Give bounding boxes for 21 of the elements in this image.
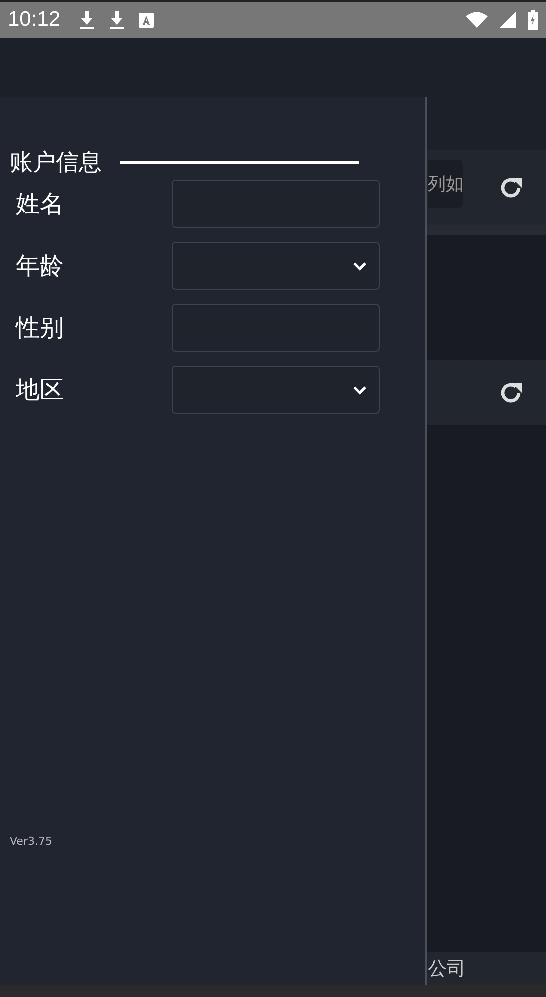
section-title: 账户信息 <box>10 148 102 178</box>
download-icon <box>108 10 125 30</box>
input-field[interactable] <box>172 180 380 228</box>
chevron-down-icon <box>353 386 367 394</box>
signal-icon <box>500 12 516 28</box>
battery-icon <box>528 10 538 30</box>
clock: 10:12 <box>8 8 61 32</box>
field-label: 地区 <box>16 375 65 406</box>
field-label: 姓名 <box>16 189 65 220</box>
search-field[interactable]: 列如 <box>428 160 463 208</box>
download-icon <box>78 10 95 30</box>
field-label: 性别 <box>16 313 65 344</box>
chevron-down-icon <box>353 262 367 270</box>
company-text: 公司 <box>428 956 466 982</box>
version-text: Ver3.75 <box>9 835 54 848</box>
field-label: 年龄 <box>16 251 65 282</box>
dropdown-field[interactable] <box>172 242 380 290</box>
letter-icon <box>138 12 154 28</box>
wifi-icon <box>466 12 488 28</box>
input-field[interactable] <box>172 304 380 352</box>
dropdown-field[interactable] <box>172 366 380 414</box>
